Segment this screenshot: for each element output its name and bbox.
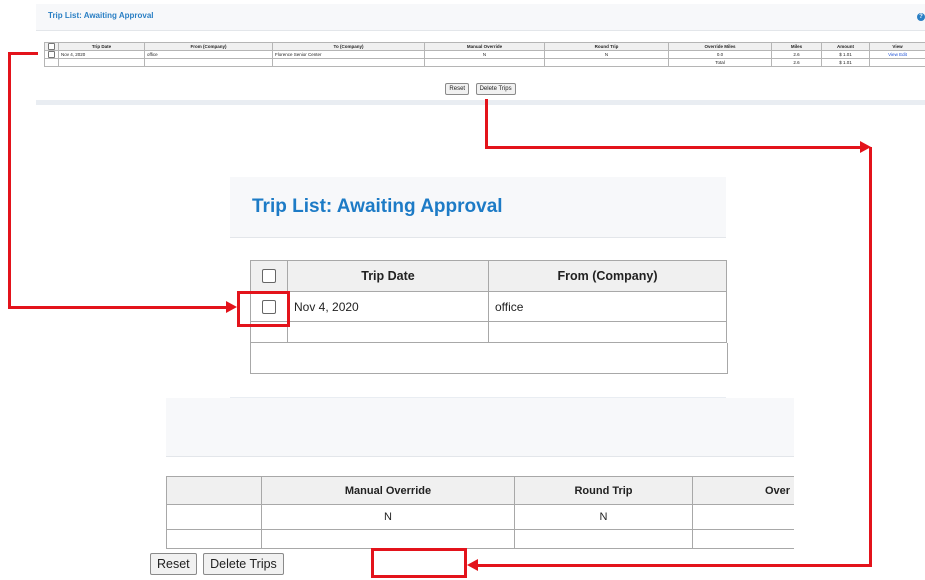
zoomed-column-header[interactable]: From (Company) [488,260,727,292]
zoomed-reset-button[interactable]: Reset [150,553,197,575]
help-icon[interactable]: ? [917,13,925,21]
zoomed-from-company-cell: office [488,291,727,322]
to-company-cell: Florence Senior Center [272,50,425,59]
zoomed-page-title: Trip List: Awaiting Approval [252,196,503,217]
table-row: Nov 4, 2020 office Florence Senior Cente… [44,50,925,59]
column-header[interactable]: From (Company) [144,42,273,51]
zoomed-table-row: Nov 4, 2020 office [250,291,727,322]
column-header: View [869,42,925,51]
round-trip-cell: N [544,50,669,59]
table-total-row: Total 2.6 $ 1.01 [44,58,925,67]
zoomed-action-bar: Reset Delete Trips [150,553,286,575]
manual-override-cell: N [424,50,545,59]
column-header[interactable]: Trip Date [58,42,145,51]
edit-link[interactable]: Edit [899,52,907,57]
zoomed-column-header[interactable]: Round Trip [514,476,693,505]
zoomed-table-row: N N [166,504,794,530]
view-link[interactable]: View [888,52,898,57]
column-header[interactable]: Amount [821,42,870,51]
zoomed-trip-date-cell: Nov 4, 2020 [287,291,489,322]
override-miles-cell: 0.0 [668,50,772,59]
amount-cell: $ 1.01 [821,50,870,59]
connector-line [478,564,872,567]
zoomed-column-header[interactable]: Trip Date [287,260,489,292]
zoomed-panel-header: Trip List: Awaiting Approval [230,177,726,238]
checkbox-highlight [237,291,290,327]
select-all-checkbox[interactable] [48,43,55,50]
total-label: Total [668,58,772,67]
connector-line [8,52,11,309]
miles-cell: 2.6 [771,50,822,59]
connector-line [485,99,488,149]
column-header[interactable]: Manual Override [424,42,545,51]
reset-button[interactable]: Reset [445,83,470,95]
zoomed-table-left: Trip List: Awaiting Approval Trip Date F… [230,177,728,405]
view-cell: View Edit [869,50,925,59]
column-header[interactable]: Round Trip [544,42,669,51]
delete-button-highlight [371,548,467,578]
zoomed-total-row [166,529,794,549]
panel-header: Trip List: Awaiting Approval ? [36,4,925,31]
arrow-head-icon [226,301,237,313]
connector-line [8,306,226,309]
zoomed-table-footer [250,343,728,374]
zoomed-header-row: Trip Date From (Company) [250,260,727,292]
select-all-checkbox[interactable] [262,269,276,284]
column-header[interactable]: To (Company) [272,42,425,51]
zoomed-round-trip-cell: N [514,504,693,530]
zoomed-column-header-partial[interactable]: Over [692,476,794,505]
connector-line [8,52,38,55]
total-amount: $ 1.01 [821,58,870,67]
trip-list-panel: Trip List: Awaiting Approval ? Trip Date… [36,4,925,105]
table-header-row: Trip Date From (Company) To (Company) Ma… [44,42,925,51]
zoomed-manual-override-cell: N [261,504,515,530]
total-miles: 2.6 [771,58,822,67]
trip-table: Trip Date From (Company) To (Company) Ma… [44,42,925,67]
select-all-cell [44,42,59,51]
page-title: Trip List: Awaiting Approval [48,11,154,20]
column-header[interactable]: Miles [771,42,822,51]
connector-line [869,147,872,567]
column-header[interactable]: Override Miles [668,42,772,51]
row-select-cell [44,50,59,59]
zoomed-select-all-cell [250,260,288,292]
delete-trips-button[interactable]: Delete Trips [475,83,516,95]
zoomed-column-header[interactable]: Manual Override [261,476,515,505]
row-checkbox[interactable] [48,51,55,58]
connector-line [485,146,860,149]
zoomed-header-row: Manual Override Round Trip Over [166,476,794,505]
zoomed-delete-trips-button[interactable]: Delete Trips [203,553,284,575]
arrow-head-icon [467,559,478,571]
zoomed-trip-table: Trip Date From (Company) Nov 4, 2020 off… [250,260,727,343]
zoomed-panel-header-2 [166,398,794,457]
zoomed-trip-table-2: Manual Override Round Trip Over N N [166,476,794,549]
from-company-cell: office [144,50,273,59]
action-bar: Reset Delete Trips [36,77,925,95]
trip-date-cell: Nov 4, 2020 [58,50,145,59]
zoomed-total-row [250,321,727,343]
